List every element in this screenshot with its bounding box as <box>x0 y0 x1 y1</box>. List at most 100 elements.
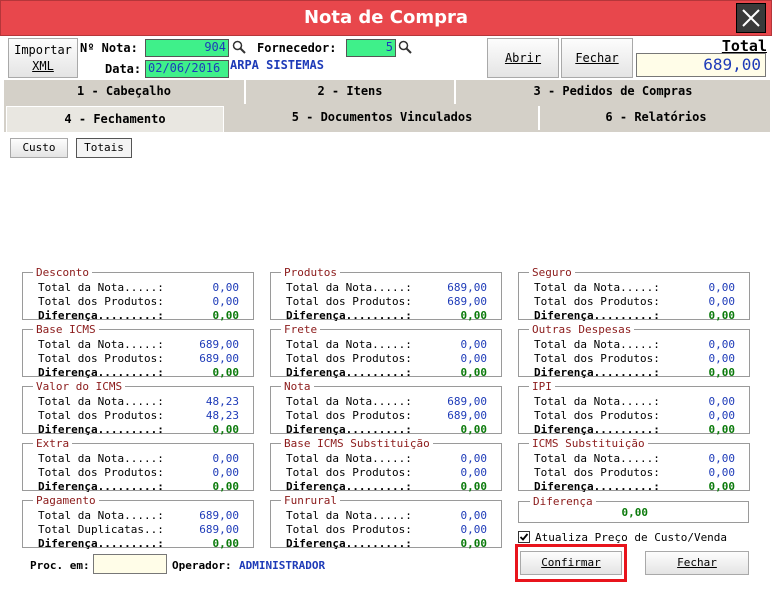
operador-label: Operador: <box>172 559 232 572</box>
fornecedor-name: ARPA SISTEMAS <box>230 58 324 72</box>
nota-field[interactable]: 904 <box>145 39 229 57</box>
group-row-value: 0,00 <box>460 509 488 522</box>
group-row-value: 0,00 <box>708 480 736 493</box>
group-row-value: 0,00 <box>708 352 736 365</box>
group-row-value: 689,00 <box>447 409 487 422</box>
abrir-button[interactable]: Abrir <box>487 38 559 78</box>
group-row-label: Total da Nota.....: <box>38 338 164 351</box>
group-row-value: 0,00 <box>708 309 736 322</box>
group-title: Desconto <box>33 267 92 278</box>
atualiza-label: Atualiza Preço de Custo/Venda <box>535 531 728 544</box>
group-row-value: 0,00 <box>460 423 488 436</box>
group-row-label: Diferença.........: <box>534 366 660 379</box>
atualiza-checkbox[interactable] <box>518 531 530 543</box>
confirmar-button[interactable]: Confirmar <box>520 551 622 575</box>
group-row-label: Total da Nota.....: <box>286 509 412 522</box>
nota-label: Nº Nota: <box>80 41 138 55</box>
close-button[interactable] <box>736 3 766 33</box>
group-title: Funrural <box>281 495 340 506</box>
tab-pedidos-compras[interactable]: 3 - Pedidos de Compras <box>456 80 770 104</box>
data-label: Data: <box>105 62 142 76</box>
data-field[interactable]: 02/06/2016 <box>145 60 229 78</box>
group-row-label: Total da Nota.....: <box>38 281 164 294</box>
group-row-label: Diferença.........: <box>38 423 164 436</box>
group-row-value: 0,00 <box>460 480 488 493</box>
group-row-value: 0,00 <box>460 352 488 365</box>
group-row-value: 0,00 <box>708 295 736 308</box>
group-row-label: Diferença.........: <box>286 423 412 436</box>
group-row-value: 0,00 <box>708 366 736 379</box>
diferenca-summary-value: 0,00 <box>621 506 649 519</box>
group-row-value: 0,00 <box>460 466 488 479</box>
group-title: ICMS Substituição <box>529 438 648 449</box>
group-row-label: Total dos Produtos: <box>534 409 660 422</box>
search-fornecedor-icon[interactable] <box>398 40 412 54</box>
group-row-value: 0,00 <box>460 452 488 465</box>
group-row-label: Total da Nota.....: <box>286 395 412 408</box>
group-row-value: 0,00 <box>460 537 488 550</box>
group-row-value: 0,00 <box>708 423 736 436</box>
group-row-label: Total da Nota.....: <box>286 281 412 294</box>
group-title: Pagamento <box>33 495 99 506</box>
group-row-label: Total da Nota.....: <box>38 509 164 522</box>
group-row-label: Diferença.........: <box>286 480 412 493</box>
group-row-value: 0,00 <box>460 366 488 379</box>
group-title: Extra <box>33 438 73 449</box>
group-row-value: 0,00 <box>708 452 736 465</box>
group-row-label: Diferença.........: <box>534 480 660 493</box>
fechar-footer-button[interactable]: Fechar <box>645 551 749 575</box>
group-row-label: Total da Nota.....: <box>534 281 660 294</box>
tab-cabecalho[interactable]: 1 - Cabeçalho <box>4 80 246 104</box>
group-row-label: Total dos Produtos: <box>286 409 412 422</box>
proc-field[interactable] <box>93 554 167 574</box>
tab-relatorios[interactable]: 6 - Relatórios <box>542 106 770 130</box>
group-title: Valor do ICMS <box>33 381 126 392</box>
group-row-value: 0,00 <box>708 395 736 408</box>
diferenca-summary-title: Diferença <box>530 496 596 507</box>
group-title: Base ICMS Substituição <box>281 438 433 449</box>
group-row-value: 0,00 <box>212 309 240 322</box>
group-row-value: 0,00 <box>460 523 488 536</box>
tab-documentos-vinculados[interactable]: 5 - Documentos Vinculados <box>226 106 540 130</box>
group-row-label: Total da Nota.....: <box>534 338 660 351</box>
group-row-label: Total dos Produtos: <box>286 466 412 479</box>
group-row-label: Total da Nota.....: <box>534 395 660 408</box>
fornecedor-field[interactable]: 5 <box>346 39 396 57</box>
import-xml-label-2: XML <box>32 59 54 73</box>
group-row-value: 0,00 <box>460 309 488 322</box>
group-row-label: Total da Nota.....: <box>38 452 164 465</box>
group-row-label: Total dos Produtos: <box>534 466 660 479</box>
search-nota-icon[interactable] <box>232 40 246 54</box>
group-row-label: Total da Nota.....: <box>286 338 412 351</box>
import-xml-button[interactable]: Importar XML <box>8 38 78 78</box>
group-title: Outras Despesas <box>529 324 635 335</box>
close-icon <box>742 9 760 27</box>
group-title: Seguro <box>529 267 575 278</box>
group-title: IPI <box>529 381 555 392</box>
group-row-value: 0,00 <box>212 452 240 465</box>
subtab-totais[interactable]: Totais <box>76 138 132 158</box>
group-title: Nota <box>281 381 314 392</box>
group-row-value: 0,00 <box>708 409 736 422</box>
group-row-label: Total dos Produtos: <box>534 295 660 308</box>
total-value: 689,00 <box>636 53 766 77</box>
group-row-value: 0,00 <box>212 466 240 479</box>
group-row-value: 689,00 <box>447 281 487 294</box>
group-row-value: 689,00 <box>447 295 487 308</box>
tab-itens[interactable]: 2 - Itens <box>246 80 456 104</box>
check-icon <box>519 533 529 541</box>
group-row-label: Total dos Produtos: <box>38 466 164 479</box>
group-row-value: 0,00 <box>708 281 736 294</box>
group-row-label: Total dos Produtos: <box>38 295 164 308</box>
proc-label: Proc. em: <box>30 559 90 572</box>
group-row-label: Total dos Produtos: <box>286 523 412 536</box>
group-row-label: Diferença.........: <box>286 366 412 379</box>
group-row-value: 0,00 <box>460 338 488 351</box>
subtab-custo[interactable]: Custo <box>10 138 68 158</box>
group-row-label: Total dos Produtos: <box>286 352 412 365</box>
tab-fechamento[interactable]: 4 - Fechamento <box>6 106 224 132</box>
group-row-label: Diferença.........: <box>38 480 164 493</box>
group-row-label: Total da Nota.....: <box>38 395 164 408</box>
fechar-header-button[interactable]: Fechar <box>561 38 633 78</box>
group-row-label: Total Duplicatas..: <box>38 523 164 536</box>
